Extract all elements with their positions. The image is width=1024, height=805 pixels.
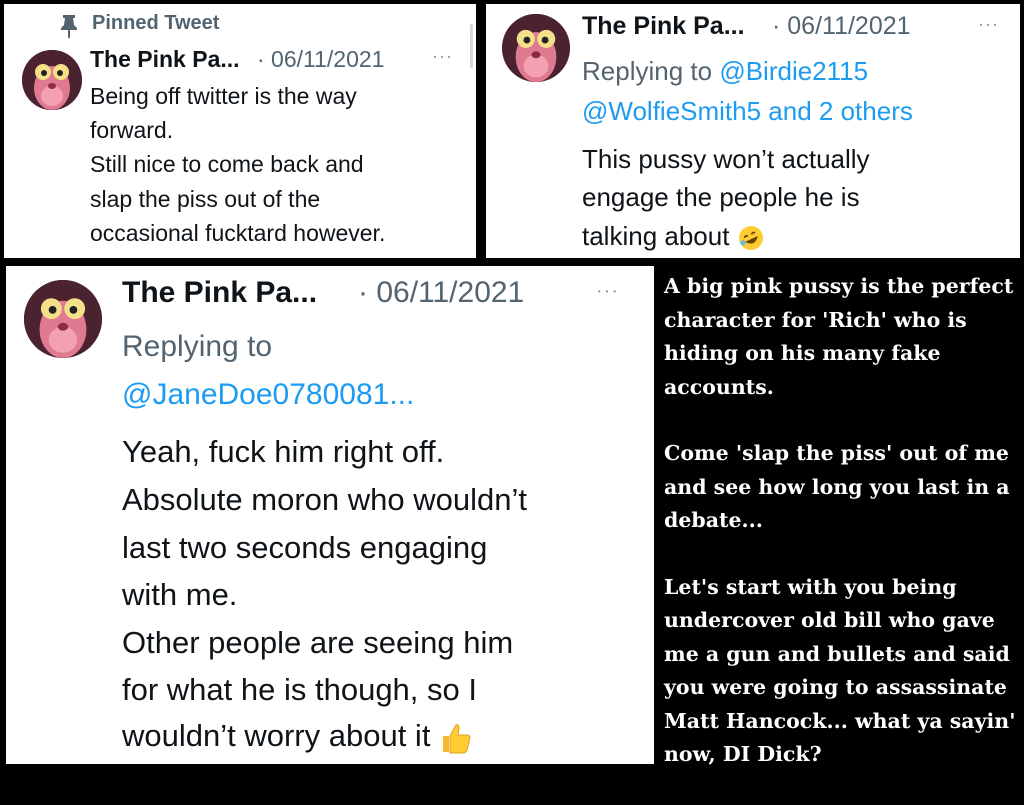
mention-link[interactable]: @JaneDoe0780081... xyxy=(122,378,414,412)
tweet-text-line: occasional fucktard however. xyxy=(90,220,386,246)
author-name[interactable]: The Pink Pa... xyxy=(122,276,317,310)
tweet-text-line-with-emoji: wouldn’t worry about it xyxy=(122,718,473,755)
author-name[interactable]: The Pink Pa... xyxy=(90,46,240,73)
tweet-text-line: Being off twitter is the way xyxy=(90,83,357,109)
avatar[interactable] xyxy=(502,14,570,82)
tweet-text-line: Absolute moron who wouldn’t xyxy=(122,482,527,517)
tweet-date[interactable]: · 06/11/2021 xyxy=(257,46,384,73)
avatar[interactable] xyxy=(22,50,82,110)
pink-panther-avatar-icon xyxy=(24,280,102,358)
tweet-card-reply[interactable]: The Pink Pa... · 06/11/2021 ··· Replying… xyxy=(486,4,1020,258)
author-name[interactable]: The Pink Pa... xyxy=(582,12,745,41)
pinned-label: Pinned Tweet xyxy=(92,12,220,34)
thumbs-up-emoji-icon xyxy=(443,724,471,754)
tweet-date[interactable]: · 06/11/2021 xyxy=(772,12,911,41)
tweet-text-line: This pussy won’t actually xyxy=(582,144,870,174)
tweet-text-line: forward. xyxy=(90,117,174,143)
replying-to-label: Replying to xyxy=(122,330,273,363)
tweet-text-line: talking about xyxy=(582,221,730,251)
mention-link[interactable]: @WolfieSmith5 and 2 others xyxy=(582,96,913,127)
caption-paragraph: A big pink pussy is the perfect characte… xyxy=(664,274,1014,399)
replying-to-label: Replying to xyxy=(582,56,720,86)
pink-panther-avatar-icon xyxy=(502,14,570,82)
scrollbar[interactable] xyxy=(470,24,473,68)
tweet-text-line: engage the people he is xyxy=(582,182,860,212)
tweet-card-reply-large[interactable]: The Pink Pa... · 06/11/2021 ··· Replying… xyxy=(6,266,654,764)
more-options-icon[interactable]: ··· xyxy=(596,280,619,303)
tweet-text-line: Still nice to come back and xyxy=(90,151,364,177)
caption-paragraph: Let's start with you being undercover ol… xyxy=(664,574,1016,767)
rolling-on-floor-laughing-emoji-icon xyxy=(738,226,763,251)
tweet-text-line: slap the piss out of the xyxy=(90,186,321,212)
tweet-text-line-with-emoji: talking about xyxy=(582,221,765,252)
tweet-text-line: with me. xyxy=(122,577,238,612)
tweet-date[interactable]: · 06/11/2021 xyxy=(358,276,524,310)
caption-paragraph: Come 'slap the piss' out of me and see h… xyxy=(664,441,1010,532)
tweet-text-line: wouldn’t worry about it xyxy=(122,718,431,753)
tweet-text-line: for what he is though, so I xyxy=(122,672,477,707)
tweet-text-line: Yeah, fuck him right off. xyxy=(122,434,445,469)
caption-text: A big pink pussy is the perfect characte… xyxy=(664,270,1020,805)
avatar[interactable] xyxy=(24,280,102,358)
replying-to: Replying to @Birdie2115 xyxy=(582,56,868,87)
tweet-text-line: last two seconds engaging xyxy=(122,530,488,565)
more-options-icon[interactable]: ··· xyxy=(978,14,999,35)
more-options-icon[interactable]: ··· xyxy=(432,46,453,67)
tweet-text-line: Other people are seeing him xyxy=(122,625,514,660)
mention-link[interactable]: @Birdie2115 xyxy=(719,56,868,86)
pink-panther-avatar-icon xyxy=(22,50,82,110)
tweet-card-pinned[interactable]: Pinned Tweet The Pink Pa... · 06/11/2021… xyxy=(4,4,476,258)
pin-icon xyxy=(61,15,77,39)
